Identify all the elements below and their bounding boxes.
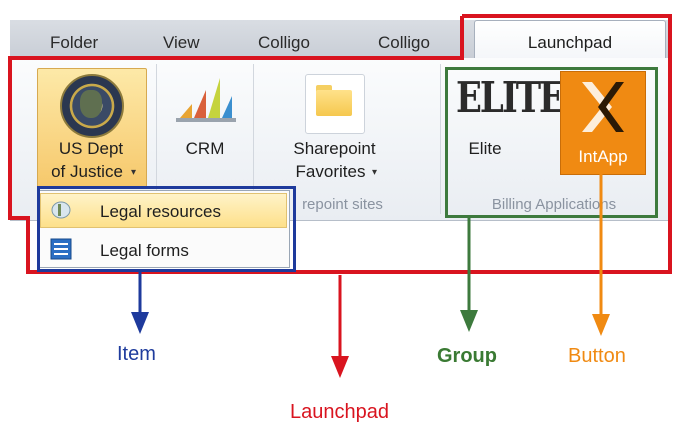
annotation-group: Group bbox=[437, 345, 497, 367]
annotation-item: Item bbox=[117, 343, 156, 365]
annotation-button: Button bbox=[568, 345, 626, 367]
annotation-launchpad: Launchpad bbox=[290, 401, 389, 423]
